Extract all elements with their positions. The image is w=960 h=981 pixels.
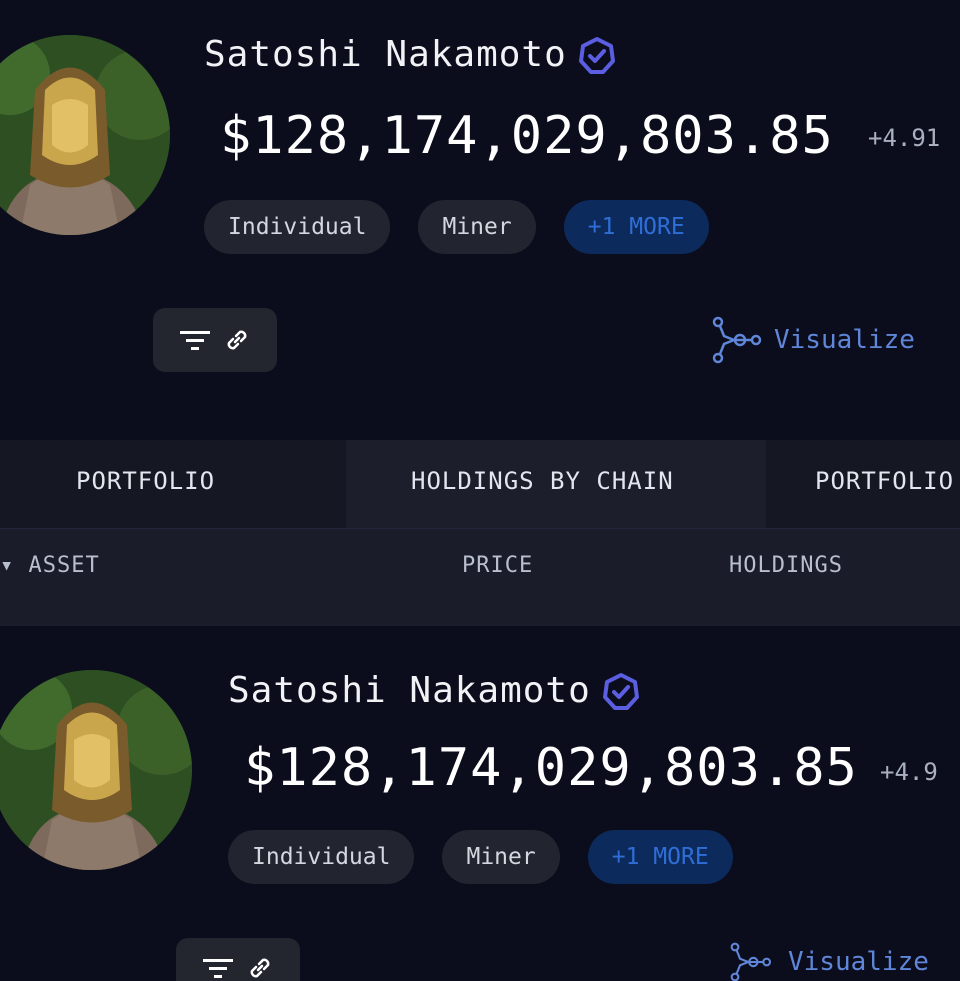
filter-link-button[interactable] xyxy=(153,308,277,372)
value-change: +4.9 xyxy=(880,758,938,786)
link-icon[interactable] xyxy=(224,327,250,353)
profile-name: Satoshi Nakamoto xyxy=(228,670,641,712)
tag-individual[interactable]: Individual xyxy=(228,830,415,884)
profile-header: Satoshi Nakamoto $128,174,029,803.85 +4.… xyxy=(0,0,960,440)
visualize-button[interactable]: Visualize xyxy=(710,316,915,364)
screen: Satoshi Nakamoto $128,174,029,803.85 +4.… xyxy=(0,0,960,981)
tab-holdings-by-chain[interactable]: HOLDINGS BY CHAIN xyxy=(346,440,766,528)
graph-nodes-icon xyxy=(712,316,762,364)
profile-name-text: Satoshi Nakamoto xyxy=(228,670,591,711)
tab-portfolio-2[interactable]: PORTFOLIO xyxy=(815,440,954,528)
tab-bar: PORTFOLIO HOLDINGS BY CHAIN PORTFOLIO xyxy=(0,440,960,528)
tag-miner[interactable]: Miner xyxy=(442,830,560,884)
portfolio-value: $128,174,029,803.85 xyxy=(220,106,834,166)
sort-icon[interactable]: ▾ xyxy=(0,553,14,578)
avatar-image xyxy=(0,670,192,870)
profile-header-duplicate: Satoshi Nakamoto $128,174,029,803.85 +4.… xyxy=(0,630,960,981)
tag-more-button[interactable]: +1 MORE xyxy=(587,830,733,884)
table-header: ▾ ASSET PRICE HOLDINGS xyxy=(0,528,960,629)
visualize-button[interactable]: Visualize xyxy=(724,942,929,981)
filter-icon[interactable] xyxy=(180,329,210,351)
column-asset-label: ASSET xyxy=(28,553,100,578)
avatar[interactable] xyxy=(0,35,170,235)
column-price-header[interactable]: PRICE xyxy=(462,529,533,603)
tag-more-button[interactable]: +1 MORE xyxy=(563,200,709,254)
tag-list: Individual Miner +1 MORE xyxy=(228,830,733,884)
avatar[interactable] xyxy=(0,670,192,870)
value-change: +4.91 xyxy=(868,124,941,152)
verified-badge-icon xyxy=(578,37,615,74)
verified-badge-icon xyxy=(602,673,639,710)
filter-icon[interactable] xyxy=(203,957,233,979)
tag-individual[interactable]: Individual xyxy=(204,200,391,254)
tab-portfolio[interactable]: PORTFOLIO xyxy=(76,440,215,528)
tag-miner[interactable]: Miner xyxy=(418,200,536,254)
column-asset-header[interactable]: ▾ ASSET xyxy=(0,529,100,603)
profile-name: Satoshi Nakamoto xyxy=(204,34,617,76)
filter-link-button[interactable] xyxy=(176,938,300,981)
profile-name-text: Satoshi Nakamoto xyxy=(204,34,567,75)
tag-list: Individual Miner +1 MORE xyxy=(204,200,709,254)
column-holdings-header[interactable]: HOLDINGS xyxy=(729,529,843,603)
portfolio-value: $128,174,029,803.85 xyxy=(244,738,858,798)
visualize-label: Visualize xyxy=(788,947,929,977)
avatar-image xyxy=(0,35,170,235)
visualize-label: Visualize xyxy=(774,325,915,355)
link-icon[interactable] xyxy=(247,955,273,981)
graph-nodes-icon xyxy=(730,942,772,981)
